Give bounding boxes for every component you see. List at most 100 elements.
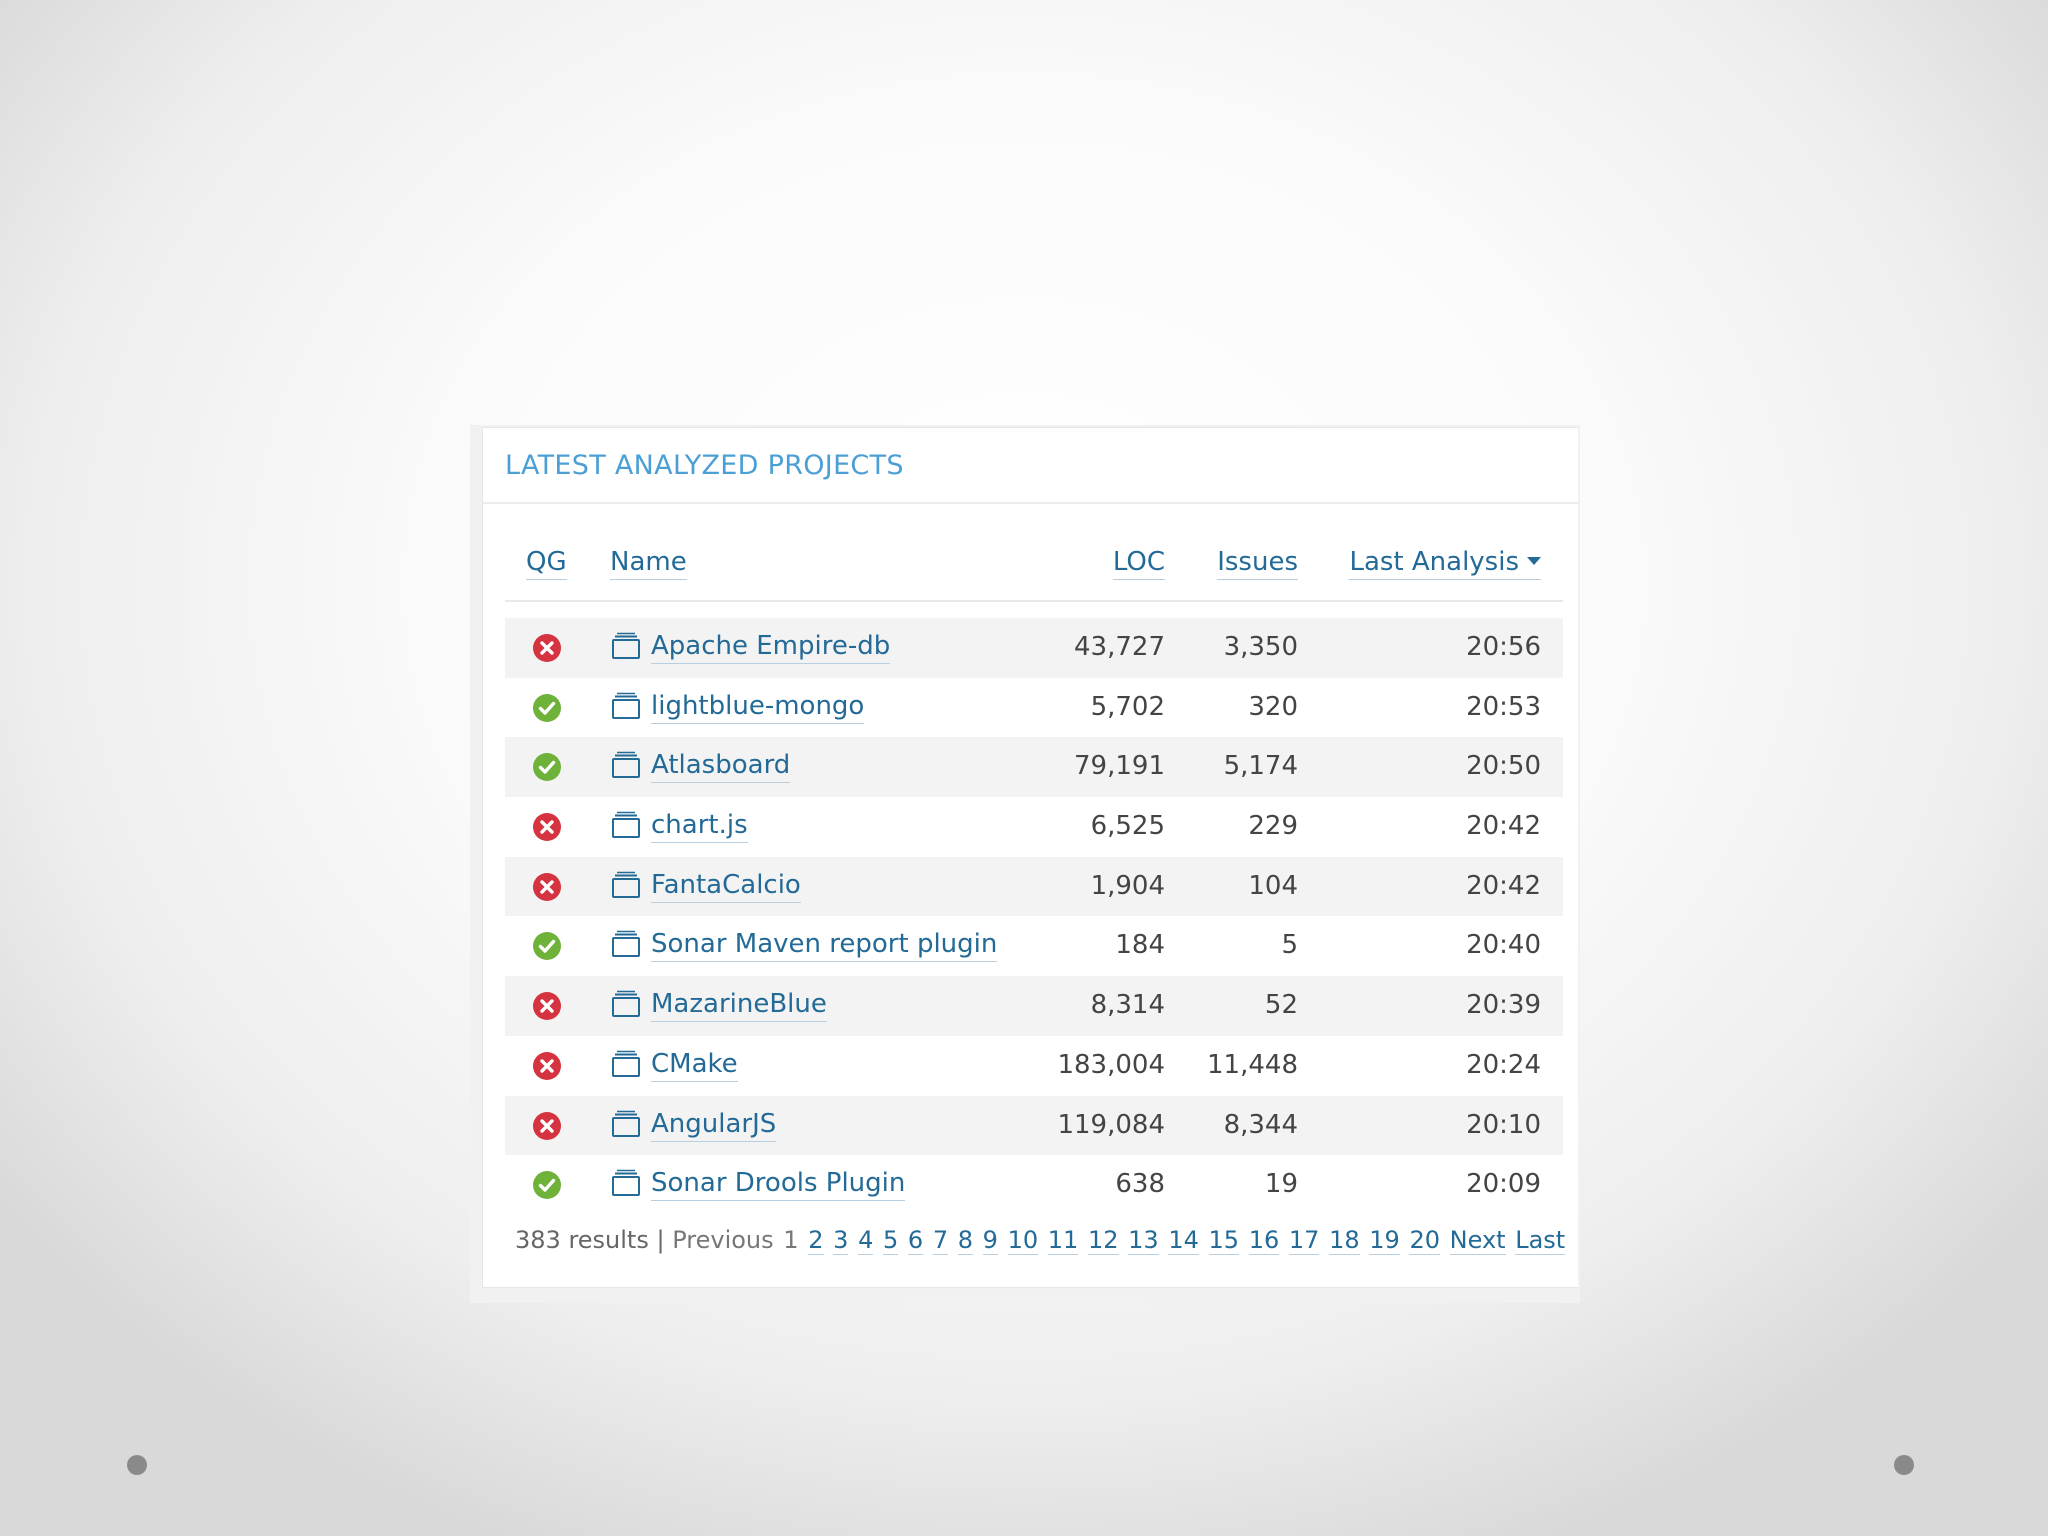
pagination-page-link[interactable]: 6 [907, 1226, 924, 1255]
pagination-page-link[interactable]: 4 [858, 1226, 874, 1255]
table-row: MazarineBlue 8,314 52 20:39 [505, 976, 1563, 1036]
pagination-previous: Previous [672, 1226, 774, 1254]
project-last-analysis: 20:40 [1466, 930, 1541, 961]
quality-gate-failed-icon [532, 1051, 562, 1081]
project-name-link[interactable]: lightblue-mongo [651, 690, 865, 724]
project-name-link[interactable]: Apache Empire-db [651, 630, 891, 664]
pagination-page-link[interactable]: 16 [1248, 1226, 1280, 1255]
project-icon [611, 692, 641, 720]
pagination-last[interactable]: Last [1515, 1226, 1566, 1255]
project-icon [611, 751, 641, 779]
pagination-page-link[interactable]: 5 [882, 1226, 899, 1255]
project-icon [611, 990, 641, 1018]
column-header-name[interactable]: Name [610, 546, 687, 580]
pagination-page-link[interactable]: 10 [1007, 1226, 1039, 1255]
quality-gate-failed-icon [532, 991, 562, 1021]
widget-title: LATEST ANALYZED PROJECTS [505, 449, 904, 481]
project-name-link[interactable]: Sonar Drools Plugin [651, 1167, 906, 1202]
project-name-link[interactable]: chart.js [651, 809, 748, 844]
project-last-analysis: 20:53 [1466, 691, 1541, 722]
project-icon [611, 811, 641, 839]
pagination-page-link[interactable]: 7 [932, 1226, 949, 1255]
project-last-analysis: 20:24 [1466, 1049, 1541, 1080]
quality-gate-failed-icon [532, 812, 562, 842]
project-icon [611, 1050, 641, 1078]
pagination-page-link[interactable]: 2 [808, 1226, 824, 1255]
project-issues: 11,448 [1207, 1049, 1298, 1080]
project-issues: 229 [1248, 811, 1298, 842]
quality-gate-failed-icon [532, 1111, 562, 1141]
project-icon [611, 1110, 641, 1138]
quality-gate-failed-icon [532, 633, 562, 663]
project-icon [611, 1169, 641, 1197]
table-header: QG Name LOC Issues Last Analysis [505, 524, 1563, 602]
project-name-link[interactable]: CMake [651, 1048, 738, 1082]
pagination-page-links: 2 3 4 5 6 7 8 9 10 11 12 13 14 15 16 17 … [808, 1224, 1442, 1256]
pagination-separator: | [656, 1226, 665, 1254]
pagination-page-link[interactable]: 12 [1087, 1226, 1119, 1255]
pagination-page-link[interactable]: 17 [1288, 1226, 1320, 1255]
pagination-page-link[interactable]: 18 [1329, 1226, 1360, 1255]
project-name-link[interactable]: MazarineBlue [651, 988, 827, 1023]
project-icon [611, 930, 641, 958]
pagination-page-link[interactable]: 9 [982, 1226, 998, 1255]
pagination-page-link[interactable]: 13 [1128, 1226, 1159, 1255]
project-loc: 184 [1115, 930, 1165, 961]
project-loc: 6,525 [1090, 811, 1165, 842]
column-header-issues[interactable]: Issues [1217, 546, 1298, 580]
project-name-link[interactable]: AngularJS [651, 1108, 777, 1142]
pagination-page-link[interactable]: 11 [1047, 1226, 1079, 1255]
pagination-next[interactable]: Next [1449, 1226, 1506, 1255]
project-last-analysis: 20:56 [1466, 632, 1541, 662]
pagination-page-link[interactable]: 14 [1168, 1226, 1199, 1255]
project-issues: 52 [1264, 990, 1298, 1021]
project-name-link[interactable]: Atlasboard [651, 749, 791, 784]
quality-gate-passed-icon [532, 931, 562, 961]
pagination-page-link[interactable]: 20 [1409, 1226, 1441, 1255]
results-count: 383 results [515, 1226, 649, 1254]
table-row: chart.js 6,525 229 20:42 [505, 797, 1563, 857]
pagination-page-link[interactable]: 3 [833, 1226, 849, 1255]
pagination-page-link[interactable]: 19 [1369, 1226, 1400, 1255]
project-last-analysis: 20:39 [1466, 990, 1541, 1021]
project-issues: 320 [1248, 691, 1298, 722]
pagination-page-link[interactable]: 15 [1208, 1226, 1240, 1255]
project-issues: 5,174 [1223, 751, 1298, 782]
latest-projects-widget: LATEST ANALYZED PROJECTS QG Name LOC Iss… [482, 427, 1578, 1288]
table-row: CMake 183,004 11,448 20:24 [505, 1036, 1563, 1096]
sort-desc-icon [1527, 556, 1541, 565]
project-icon [611, 871, 641, 899]
project-loc: 79,191 [1074, 751, 1165, 782]
project-issues: 3,350 [1223, 632, 1298, 662]
table-row: Atlasboard 79,191 5,174 20:50 [505, 737, 1563, 798]
quality-gate-failed-icon [532, 872, 562, 902]
project-loc: 43,727 [1074, 632, 1165, 662]
project-issues: 5 [1281, 930, 1298, 961]
project-loc: 5,702 [1090, 691, 1165, 722]
column-header-loc[interactable]: LOC [1112, 546, 1165, 580]
project-last-analysis: 20:09 [1466, 1169, 1541, 1200]
table-body: Apache Empire-db 43,727 3,350 20:56 lightblu… [505, 618, 1563, 1215]
project-name-link[interactable]: Sonar Maven report plugin [651, 928, 998, 963]
slide-bullet-right [1894, 1455, 1914, 1475]
project-loc: 638 [1115, 1169, 1165, 1200]
column-header-last-analysis-label: Last Analysis [1349, 547, 1519, 577]
project-last-analysis: 20:42 [1466, 811, 1541, 842]
project-loc: 119,084 [1057, 1109, 1165, 1140]
project-name-link[interactable]: FantaCalcio [651, 869, 801, 903]
table-row: lightblue-mongo 5,702 320 20:53 [505, 678, 1563, 738]
table-row: AngularJS 119,084 8,344 20:10 [505, 1095, 1563, 1156]
widget-header: LATEST ANALYZED PROJECTS [483, 428, 1578, 504]
project-loc: 8,314 [1090, 990, 1165, 1021]
quality-gate-passed-icon [532, 693, 562, 723]
quality-gate-passed-icon [532, 1170, 562, 1200]
column-header-last-analysis[interactable]: Last Analysis [1349, 546, 1541, 580]
column-header-qg[interactable]: QG [526, 546, 567, 580]
table-row: Sonar Maven report plugin 184 5 20:40 [505, 916, 1563, 976]
project-icon [611, 632, 641, 660]
project-issues: 8,344 [1223, 1109, 1298, 1140]
pagination-page-link[interactable]: 8 [957, 1226, 974, 1255]
project-issues: 104 [1248, 870, 1298, 901]
project-loc: 1,904 [1090, 870, 1165, 901]
pagination: 383 results | Previous 1 2 3 4 5 6 7 8 9… [515, 1224, 1567, 1256]
